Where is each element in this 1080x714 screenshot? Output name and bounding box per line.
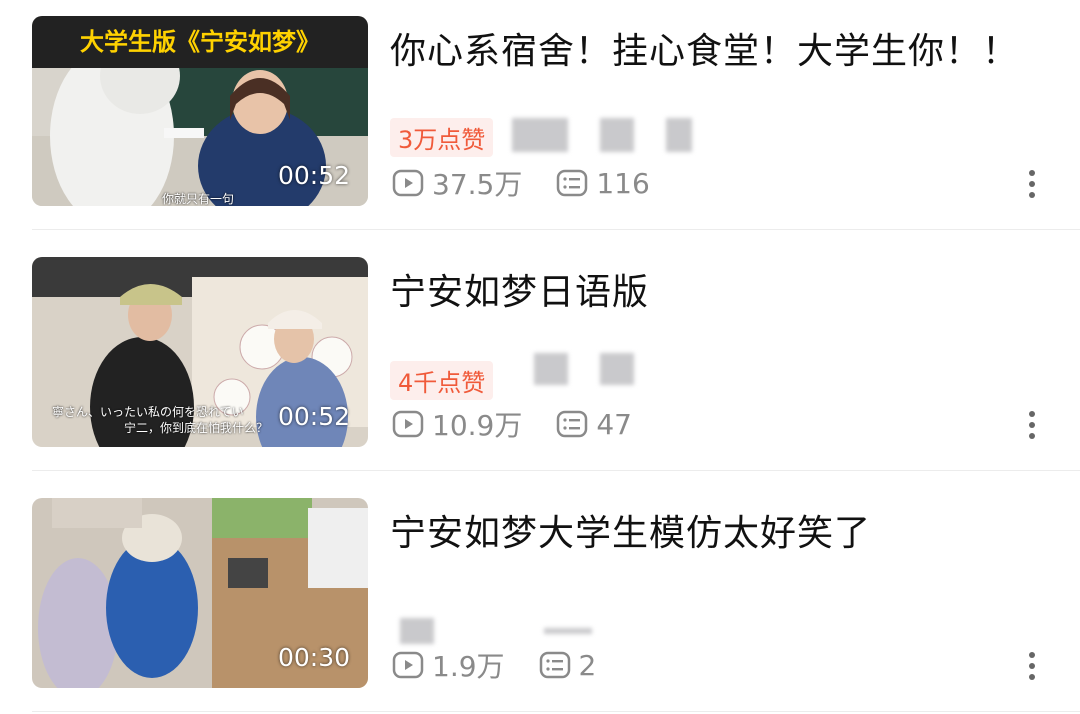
view-count: 10.9万 (432, 409, 523, 442)
video-thumbnail[interactable]: 大学生版《宁安如梦》 你就只有一句 00:52 (32, 16, 368, 206)
comment-count: 47 (596, 407, 632, 441)
more-vertical-icon[interactable] (1028, 170, 1036, 200)
comment-list-icon (557, 169, 588, 197)
video-item[interactable]: 大学生版《宁安如梦》 你就只有一句 00:52 你心系宿舍！挂心食堂！大学生你！… (0, 0, 1080, 240)
video-duration: 00:52 (277, 161, 350, 190)
video-thumbnail[interactable]: 00:30 (32, 498, 368, 688)
likes-badge: 4千点赞 (390, 361, 494, 400)
video-thumbnail[interactable]: 寧さん、いったい私の何を恐れてい 宁二，你到底在怕我什么？ 00:52 (32, 257, 368, 447)
thumbnail-subtitle-jp: 寧さん、いったい私の何を恐れてい (52, 405, 244, 419)
video-item[interactable]: 00:30 宁安如梦大学生模仿太好笑了 1.9万 2 (0, 482, 1080, 714)
view-count: 37.5万 (432, 168, 523, 201)
comment-list-icon (557, 410, 588, 438)
video-item[interactable]: 寧さん、いったい私の何を恐れてい 宁二，你到底在怕我什么？ 00:52 宁安如梦… (0, 241, 1080, 481)
video-title[interactable]: 宁安如梦日语版 (390, 263, 649, 315)
play-box-icon (392, 410, 424, 438)
redacted-block (534, 353, 568, 385)
redacted-block (400, 618, 434, 644)
redacted-block (544, 628, 592, 634)
thumbnail-subtitle: 你就只有一句 (162, 192, 235, 206)
video-stats: 37.5万 116 (392, 166, 684, 201)
thumbnail-subtitle-cn: 宁二，你到底在怕我什么？ (124, 421, 269, 435)
video-stats: 1.9万 2 (392, 648, 630, 683)
play-box-icon (392, 651, 424, 679)
redacted-block (666, 118, 692, 152)
play-box-icon (392, 169, 424, 197)
comment-count: 2 (578, 648, 597, 682)
video-stats: 10.9万 47 (392, 407, 666, 442)
video-duration: 00:52 (277, 402, 350, 431)
video-title[interactable]: 宁安如梦大学生模仿太好笑了 (390, 504, 871, 556)
video-title[interactable]: 你心系宿舍！挂心食堂！大学生你！！ (390, 22, 1019, 74)
thumbnail-banner: 大学生版《宁安如梦》 (32, 16, 368, 68)
redacted-block (512, 118, 568, 152)
redacted-block (600, 353, 634, 385)
more-vertical-icon[interactable] (1028, 411, 1036, 441)
more-vertical-icon[interactable] (1028, 652, 1036, 682)
divider (32, 711, 1080, 712)
likes-badge: 3万点赞 (390, 118, 494, 157)
comment-list-icon (539, 651, 570, 679)
view-count: 1.9万 (432, 650, 505, 683)
video-duration: 00:30 (277, 643, 350, 672)
comment-count: 116 (596, 166, 650, 200)
divider (32, 229, 1080, 230)
divider (32, 470, 1080, 471)
redacted-block (600, 118, 634, 152)
video-list: 大学生版《宁安如梦》 你就只有一句 00:52 你心系宿舍！挂心食堂！大学生你！… (0, 0, 1080, 714)
